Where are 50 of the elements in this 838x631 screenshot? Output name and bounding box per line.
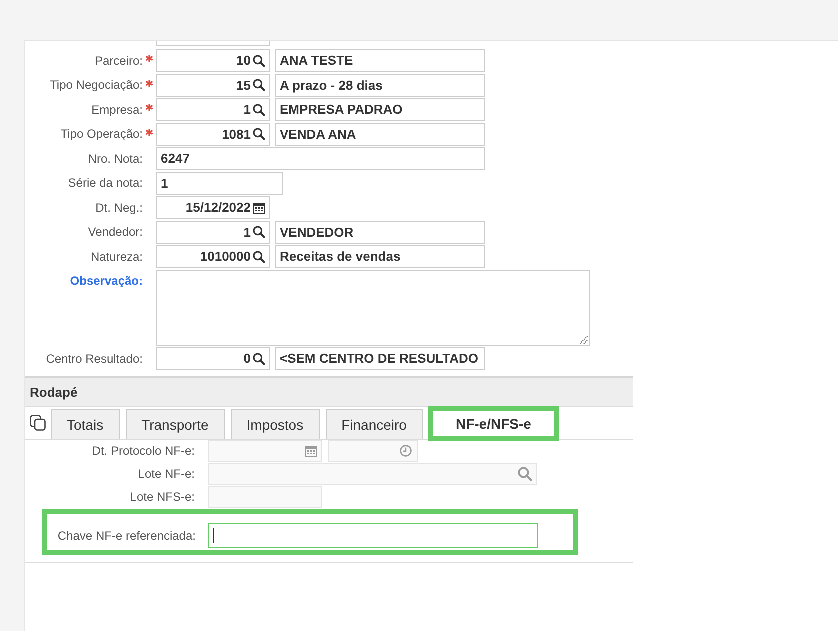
description-field[interactable]: VENDEDOR	[275, 220, 485, 244]
field-label: Tipo Negociação:	[50, 78, 143, 92]
tab[interactable]: Transporte	[126, 409, 225, 439]
field-label: Chave NF-e referenciada:	[58, 528, 196, 542]
field-label[interactable]: Observação:	[70, 274, 143, 288]
field-label: Dt. Neg.:	[96, 200, 143, 214]
field-label: Centro Resultado:	[46, 352, 143, 366]
description-field[interactable]: A prazo - 28 dias	[275, 74, 485, 96]
input-field[interactable]	[156, 41, 270, 46]
resize-grip-icon[interactable]	[580, 336, 588, 344]
search-icon[interactable]	[253, 250, 265, 262]
field-label: Parceiro:	[94, 54, 143, 68]
search-icon[interactable]	[253, 54, 265, 66]
search-icon[interactable]	[253, 104, 265, 116]
description-field[interactable]: ANA TESTE	[275, 49, 485, 72]
code-field[interactable]: 1	[156, 220, 270, 244]
description-field[interactable]: <SEM CENTRO DE RESULTADO	[275, 347, 485, 370]
field-label: Empresa:	[92, 102, 143, 116]
copy-icon[interactable]	[30, 415, 46, 431]
description-field[interactable]: VENDA ANA	[275, 122, 485, 146]
code-field[interactable]: 1010000	[156, 245, 270, 268]
date-field[interactable]: 15/12/2022	[156, 196, 270, 219]
code-field[interactable]: 1	[156, 98, 270, 121]
code-field[interactable]: 10	[156, 49, 270, 72]
tab[interactable]: Totais	[51, 409, 120, 439]
input-field[interactable]: 6247	[156, 147, 485, 170]
code-field[interactable]: 0	[156, 347, 270, 370]
field-label: Natureza:	[90, 250, 143, 264]
description-field[interactable]: EMPRESA PADRAO	[275, 98, 485, 121]
field-label: Dt. Protocolo NF-e:	[92, 444, 195, 458]
field-label: Lote NF-e:	[138, 467, 195, 481]
tab[interactable]: Financeiro	[326, 409, 423, 439]
field-label: Nro. Nota:	[88, 152, 143, 166]
code-field[interactable]: 15	[156, 74, 270, 96]
search-icon[interactable]	[253, 128, 265, 140]
code-field[interactable]: 1081	[156, 122, 270, 146]
field-label: Série da nota:	[68, 176, 143, 190]
search-icon[interactable]	[253, 352, 265, 364]
search-icon[interactable]	[253, 226, 265, 238]
input-field[interactable]: 1	[156, 172, 283, 194]
search-icon[interactable]	[253, 79, 265, 91]
calendar-icon[interactable]	[253, 202, 265, 214]
tab[interactable]: Impostos	[230, 409, 320, 439]
description-field[interactable]: Receitas de vendas	[275, 245, 485, 268]
field-label: Vendedor:	[88, 225, 143, 239]
field-label: Tipo Operação:	[60, 127, 143, 141]
section-title: Rodapé	[30, 384, 78, 400]
input-field[interactable]	[208, 523, 538, 548]
text-cursor-icon	[213, 528, 214, 543]
field-label: Lote NFS-e:	[130, 490, 195, 504]
